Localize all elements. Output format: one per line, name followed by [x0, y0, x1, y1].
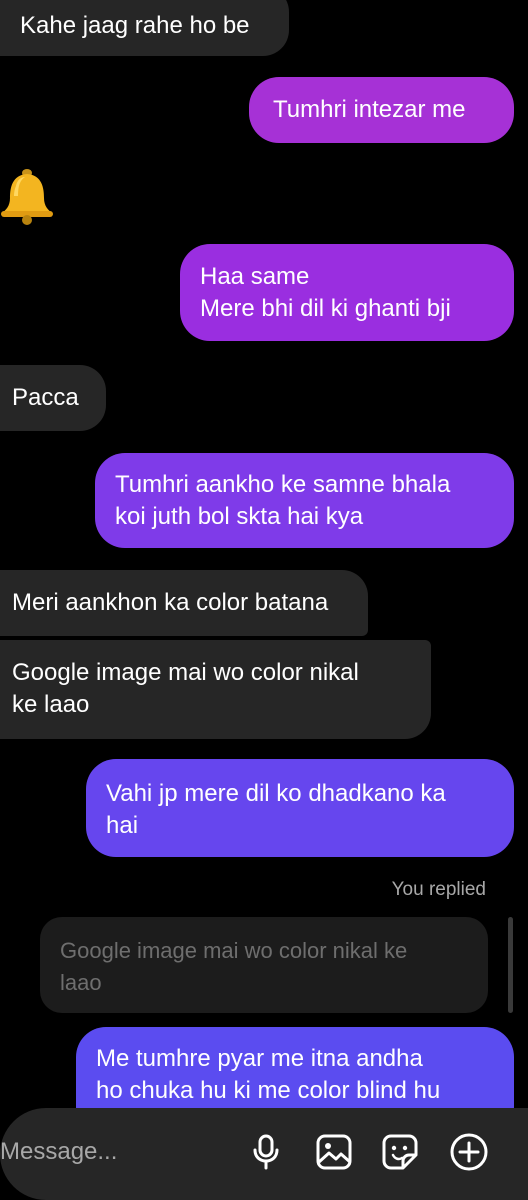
message-incoming[interactable]: Meri aankhon ka color batana: [0, 570, 368, 636]
quoted-message[interactable]: Google image mai wo color nikal ke laao: [40, 917, 488, 1013]
gallery-icon: [316, 1134, 352, 1170]
message-composer: [0, 1108, 528, 1200]
message-incoming[interactable]: Pacca: [0, 365, 106, 431]
sticker-button[interactable]: [380, 1132, 420, 1172]
reply-quote-bar: [508, 917, 513, 1013]
bell-icon: [1, 169, 53, 225]
chat-screen: Kahe jaag rahe ho be Tumhri intezar me H…: [0, 0, 528, 1200]
bell-emoji[interactable]: [0, 166, 56, 226]
message-outgoing[interactable]: Vahi jp mere dil ko dhadkano ka hai: [86, 759, 514, 857]
message-incoming[interactable]: Google image mai wo color nikal ke laao: [0, 640, 431, 739]
microphone-button[interactable]: [246, 1132, 286, 1172]
message-input[interactable]: [0, 1135, 220, 1169]
message-incoming[interactable]: Kahe jaag rahe ho be: [0, 0, 289, 56]
add-button[interactable]: [449, 1132, 489, 1172]
add-icon: [450, 1133, 488, 1171]
gallery-button[interactable]: [314, 1132, 354, 1172]
sticker-icon: [382, 1134, 418, 1170]
microphone-icon: [253, 1134, 279, 1170]
message-outgoing[interactable]: Tumhri intezar me: [249, 77, 514, 143]
message-outgoing[interactable]: Tumhri aankho ke samne bhala koi juth bo…: [95, 453, 514, 548]
message-outgoing[interactable]: Haa same Mere bhi dil ki ghanti bji: [180, 244, 514, 341]
reply-indicator-label: You replied: [391, 879, 486, 900]
